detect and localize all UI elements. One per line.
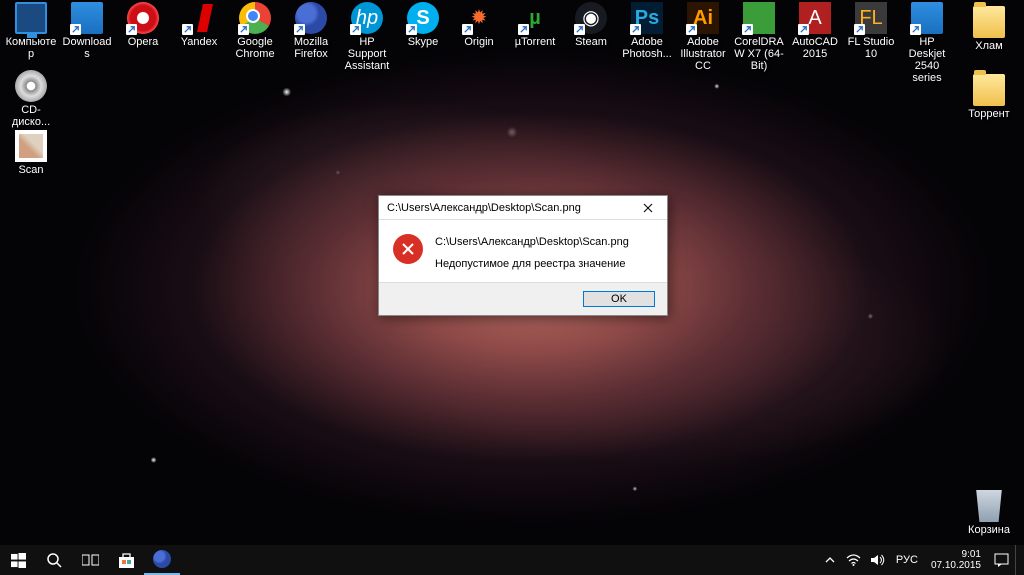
windows-icon bbox=[11, 553, 26, 568]
desktop-icon-chrome[interactable]: Google Chrome bbox=[228, 2, 282, 60]
desktop-icon-yandex[interactable]: Yandex bbox=[172, 2, 226, 48]
image-file-icon bbox=[15, 130, 47, 162]
shortcut-arrow-icon bbox=[630, 24, 641, 35]
tray-network[interactable] bbox=[843, 545, 865, 575]
folder-icon bbox=[973, 6, 1005, 38]
desktop-icon-origin[interactable]: ✹ Origin bbox=[452, 2, 506, 48]
desktop-icon-photoshop[interactable]: Ps Adobe Photosh... bbox=[620, 2, 674, 60]
dialog-message-line2: Недопустимое для реестра значение bbox=[435, 256, 629, 272]
shortcut-arrow-icon bbox=[406, 24, 417, 35]
search-button[interactable] bbox=[36, 545, 72, 575]
firefox-icon bbox=[153, 550, 171, 568]
shortcut-arrow-icon bbox=[462, 24, 473, 35]
tray-volume[interactable] bbox=[867, 545, 889, 575]
ok-button[interactable]: OK bbox=[583, 291, 655, 307]
desktop-icon-skype[interactable]: S Skype bbox=[396, 2, 450, 48]
recycle-bin-icon bbox=[973, 490, 1005, 522]
shortcut-arrow-icon bbox=[686, 24, 697, 35]
dialog-message: C:\Users\Александр\Desktop\Scan.png Недо… bbox=[435, 234, 629, 272]
shortcut-arrow-icon bbox=[854, 24, 865, 35]
task-view-icon bbox=[82, 553, 99, 567]
shortcut-arrow-icon bbox=[798, 24, 809, 35]
monitor-icon bbox=[15, 2, 47, 34]
dialog-titlebar[interactable]: C:\Users\Александр\Desktop\Scan.png bbox=[379, 196, 667, 220]
tray-notifications[interactable] bbox=[989, 545, 1013, 575]
taskbar-firefox[interactable] bbox=[144, 545, 180, 575]
close-icon bbox=[643, 203, 653, 213]
taskbar: РУС 9:01 07.10.2015 bbox=[0, 545, 1024, 575]
desktop-icon-hp-deskjet[interactable]: HP Deskjet 2540 series bbox=[900, 2, 954, 84]
shortcut-arrow-icon bbox=[350, 24, 361, 35]
dialog-title: C:\Users\Александр\Desktop\Scan.png bbox=[387, 202, 629, 214]
desktop-icon-downloads[interactable]: Downloads bbox=[60, 2, 114, 60]
volume-icon bbox=[870, 553, 885, 567]
shortcut-arrow-icon bbox=[182, 24, 193, 35]
shortcut-arrow-icon bbox=[126, 24, 137, 35]
chevron-up-icon bbox=[825, 556, 835, 564]
notifications-icon bbox=[994, 553, 1009, 568]
start-button[interactable] bbox=[0, 545, 36, 575]
shortcut-arrow-icon bbox=[238, 24, 249, 35]
error-icon bbox=[393, 234, 423, 264]
desktop-icon-computer[interactable]: Компьютер bbox=[4, 2, 58, 60]
desktop-icon-utorrent[interactable]: µ µTorrent bbox=[508, 2, 562, 48]
desktop-icon-recycle-bin[interactable]: Корзина bbox=[962, 490, 1016, 536]
desktop-icon-scan[interactable]: Scan bbox=[4, 130, 58, 176]
shortcut-arrow-icon bbox=[910, 24, 921, 35]
desktop-icon-steam[interactable]: ◉ Steam bbox=[564, 2, 618, 48]
shortcut-arrow-icon bbox=[518, 24, 529, 35]
clock-time: 9:01 bbox=[931, 549, 981, 560]
close-button[interactable] bbox=[629, 196, 667, 220]
disc-icon bbox=[15, 70, 47, 102]
show-desktop-button[interactable] bbox=[1015, 545, 1020, 575]
desktop-icon-cd-drive[interactable]: CD-диско... bbox=[4, 70, 58, 128]
shortcut-arrow-icon bbox=[574, 24, 585, 35]
tray-language[interactable]: РУС bbox=[891, 545, 923, 575]
desktop-icon-illustrator[interactable]: Ai Adobe Illustrator CC bbox=[676, 2, 730, 72]
desktop-icon-hp-support[interactable]: hp HP Support Assistant bbox=[340, 2, 394, 72]
error-dialog: C:\Users\Александр\Desktop\Scan.png C:\U… bbox=[378, 195, 668, 316]
desktop-icon-autocad[interactable]: A AutoCAD 2015 bbox=[788, 2, 842, 60]
desktop-icon-coreldraw[interactable]: CorelDRAW X7 (64-Bit) bbox=[732, 2, 786, 72]
tray-clock[interactable]: 9:01 07.10.2015 bbox=[925, 549, 987, 571]
shortcut-arrow-icon bbox=[294, 24, 305, 35]
shortcut-arrow-icon bbox=[742, 24, 753, 35]
desktop-icon-flstudio[interactable]: FL FL Studio 10 bbox=[844, 2, 898, 60]
tray-overflow[interactable] bbox=[819, 545, 841, 575]
search-icon bbox=[46, 552, 62, 568]
desktop-icon-torrent-folder[interactable]: Торрент bbox=[962, 70, 1016, 120]
shortcut-arrow-icon bbox=[70, 24, 81, 35]
wifi-icon bbox=[846, 554, 861, 566]
desktop-icon-firefox[interactable]: Mozilla Firefox bbox=[284, 2, 338, 60]
taskbar-store[interactable] bbox=[108, 545, 144, 575]
desktop-icon-trash-folder[interactable]: Хлам bbox=[962, 2, 1016, 52]
folder-icon bbox=[973, 74, 1005, 106]
clock-date: 07.10.2015 bbox=[931, 560, 981, 571]
dialog-message-line1: C:\Users\Александр\Desktop\Scan.png bbox=[435, 234, 629, 250]
task-view-button[interactable] bbox=[72, 545, 108, 575]
desktop-icon-opera[interactable]: Opera bbox=[116, 2, 170, 48]
store-icon bbox=[118, 552, 135, 569]
